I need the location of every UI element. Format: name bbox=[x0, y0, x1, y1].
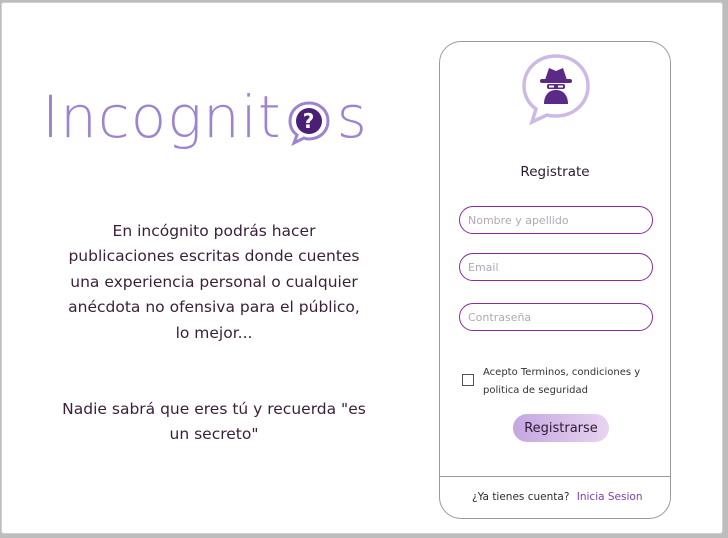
app-window: Incognit ? s En incógnito podrás hacer p… bbox=[1, 2, 723, 534]
terms-checkbox[interactable] bbox=[462, 374, 474, 386]
brand-name-part2: s bbox=[336, 83, 368, 151]
password-field[interactable] bbox=[459, 303, 653, 331]
email-field[interactable] bbox=[459, 253, 653, 281]
register-button[interactable]: Registrarse bbox=[513, 414, 609, 442]
intro-paragraph: En incógnito podrás hacer publicaciones … bbox=[68, 221, 360, 342]
login-row: ¿Ya tienes cuenta? Inicia Sesion bbox=[472, 491, 642, 503]
brand-logo: Incognit ? s bbox=[42, 81, 368, 153]
login-link[interactable]: Inicia Sesion bbox=[577, 491, 643, 503]
question-bubble-icon: ? bbox=[284, 93, 334, 147]
brand-name-part1: Incognit bbox=[42, 83, 282, 151]
terms-label: Acepto Terminos, condiciones y politica … bbox=[483, 367, 641, 396]
secret-paragraph: Nadie sabrá que eres tú y recuerda "es u… bbox=[62, 399, 366, 444]
terms-row: Acepto Terminos, condiciones y politica … bbox=[462, 364, 662, 400]
register-card: Registrate Acepto Terminos, condiciones … bbox=[439, 41, 671, 519]
name-field[interactable] bbox=[459, 206, 653, 234]
register-title: Registrate bbox=[520, 164, 590, 180]
svg-text:?: ? bbox=[302, 109, 315, 133]
have-account-text: ¿Ya tienes cuenta? bbox=[472, 491, 570, 503]
card-divider bbox=[440, 476, 670, 477]
spy-bubble-icon bbox=[522, 54, 590, 126]
